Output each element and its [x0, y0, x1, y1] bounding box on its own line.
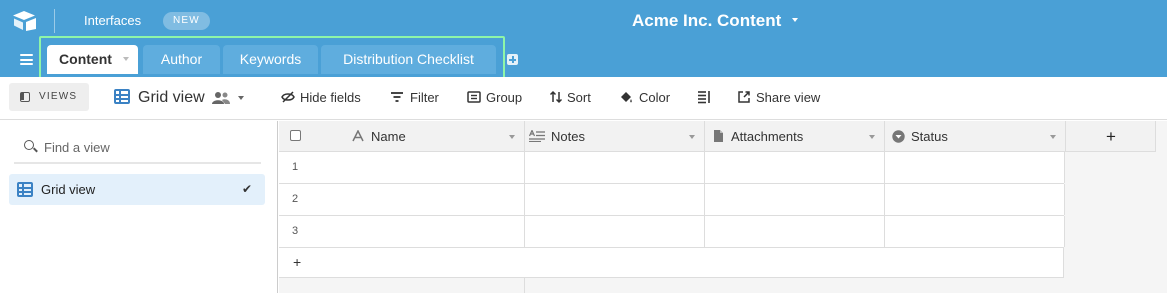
column-label: Attachments [731, 129, 804, 144]
checkmark-icon: ✔ [242, 182, 253, 196]
airtable-logo-icon[interactable] [12, 10, 38, 32]
attachment-icon [714, 130, 723, 142]
sort-icon [549, 90, 563, 104]
single-select-icon [892, 130, 905, 143]
status-cell[interactable] [885, 152, 1065, 183]
sort-button[interactable]: Sort [567, 90, 591, 105]
select-all-checkbox[interactable] [290, 130, 301, 141]
chevron-down-icon[interactable] [689, 135, 695, 139]
base-title[interactable]: Acme Inc. Content [632, 11, 781, 31]
group-icon [467, 91, 481, 103]
name-cell[interactable] [279, 216, 525, 247]
sidebar-toggle-icon [20, 92, 30, 102]
share-view-button[interactable]: Share view [756, 90, 820, 105]
name-cell[interactable] [279, 152, 525, 183]
column-header-attachments[interactable]: Attachments [705, 121, 885, 152]
table-row[interactable]: 3 [279, 216, 1065, 248]
current-view-name[interactable]: Grid view [138, 89, 205, 107]
status-cell[interactable] [885, 216, 1065, 247]
attachments-cell[interactable] [705, 152, 885, 183]
column-divider [524, 278, 525, 293]
column-header-notes[interactable]: Notes [525, 121, 705, 152]
hide-fields-icon [281, 91, 295, 103]
find-view-search [14, 131, 261, 164]
table-row[interactable]: 1 [279, 152, 1065, 184]
view-toolbar: VIEWS Grid view Hide fields Filter Group… [0, 77, 1167, 120]
row-height-icon[interactable] [697, 90, 711, 104]
column-label: Notes [551, 129, 585, 144]
share-icon [738, 91, 750, 103]
app-header: Interfaces NEW Acme Inc. Content Content… [0, 0, 1167, 82]
attachments-cell[interactable] [705, 216, 885, 247]
name-cell[interactable] [279, 184, 525, 215]
views-toggle-button[interactable]: VIEWS [9, 83, 89, 111]
interfaces-link[interactable]: Interfaces [84, 13, 141, 28]
chevron-down-icon[interactable] [509, 135, 515, 139]
hamburger-menu-icon[interactable] [20, 54, 33, 65]
header-divider [54, 9, 55, 33]
group-button[interactable]: Group [486, 90, 522, 105]
tabs-highlight-box [39, 36, 505, 82]
hide-fields-button[interactable]: Hide fields [300, 90, 361, 105]
chevron-down-icon[interactable] [792, 18, 798, 22]
search-icon [24, 140, 34, 150]
views-label: VIEWS [39, 91, 78, 102]
chevron-down-icon[interactable] [869, 135, 875, 139]
views-sidebar: Grid view ✔ [0, 121, 278, 293]
sidebar-item-grid-view[interactable]: Grid view ✔ [9, 174, 265, 205]
plus-icon: + [293, 254, 302, 270]
column-header-status[interactable]: Status [885, 121, 1066, 152]
add-table-icon[interactable] [507, 54, 518, 65]
notes-cell[interactable] [525, 152, 705, 183]
chevron-down-icon[interactable] [238, 96, 244, 100]
notes-cell[interactable] [525, 216, 705, 247]
table-row[interactable]: 2 [279, 184, 1065, 216]
column-header-name[interactable]: Name [279, 121, 525, 152]
color-button[interactable]: Color [639, 90, 670, 105]
plus-icon: + [1106, 127, 1116, 146]
filter-button[interactable]: Filter [410, 90, 439, 105]
add-column-button[interactable]: + [1066, 121, 1156, 152]
column-label: Status [911, 129, 948, 144]
sidebar-item-label: Grid view [41, 182, 96, 197]
find-view-input[interactable] [44, 136, 244, 158]
chevron-down-icon[interactable] [1050, 135, 1056, 139]
new-badge: NEW [163, 12, 210, 30]
add-row-button[interactable]: + [279, 248, 1064, 278]
long-text-icon [529, 130, 545, 142]
collaborative-view-icon [212, 92, 230, 104]
text-icon [352, 130, 364, 142]
color-bucket-icon [621, 92, 632, 103]
status-cell[interactable] [885, 184, 1065, 215]
data-grid: Name Notes Attachments Status + 1 2 3 + [279, 121, 1167, 293]
notes-cell[interactable] [525, 184, 705, 215]
filter-icon [391, 92, 403, 102]
grid-view-icon [17, 182, 33, 197]
attachments-cell[interactable] [705, 184, 885, 215]
column-label: Name [371, 129, 406, 144]
grid-view-icon [114, 89, 130, 104]
